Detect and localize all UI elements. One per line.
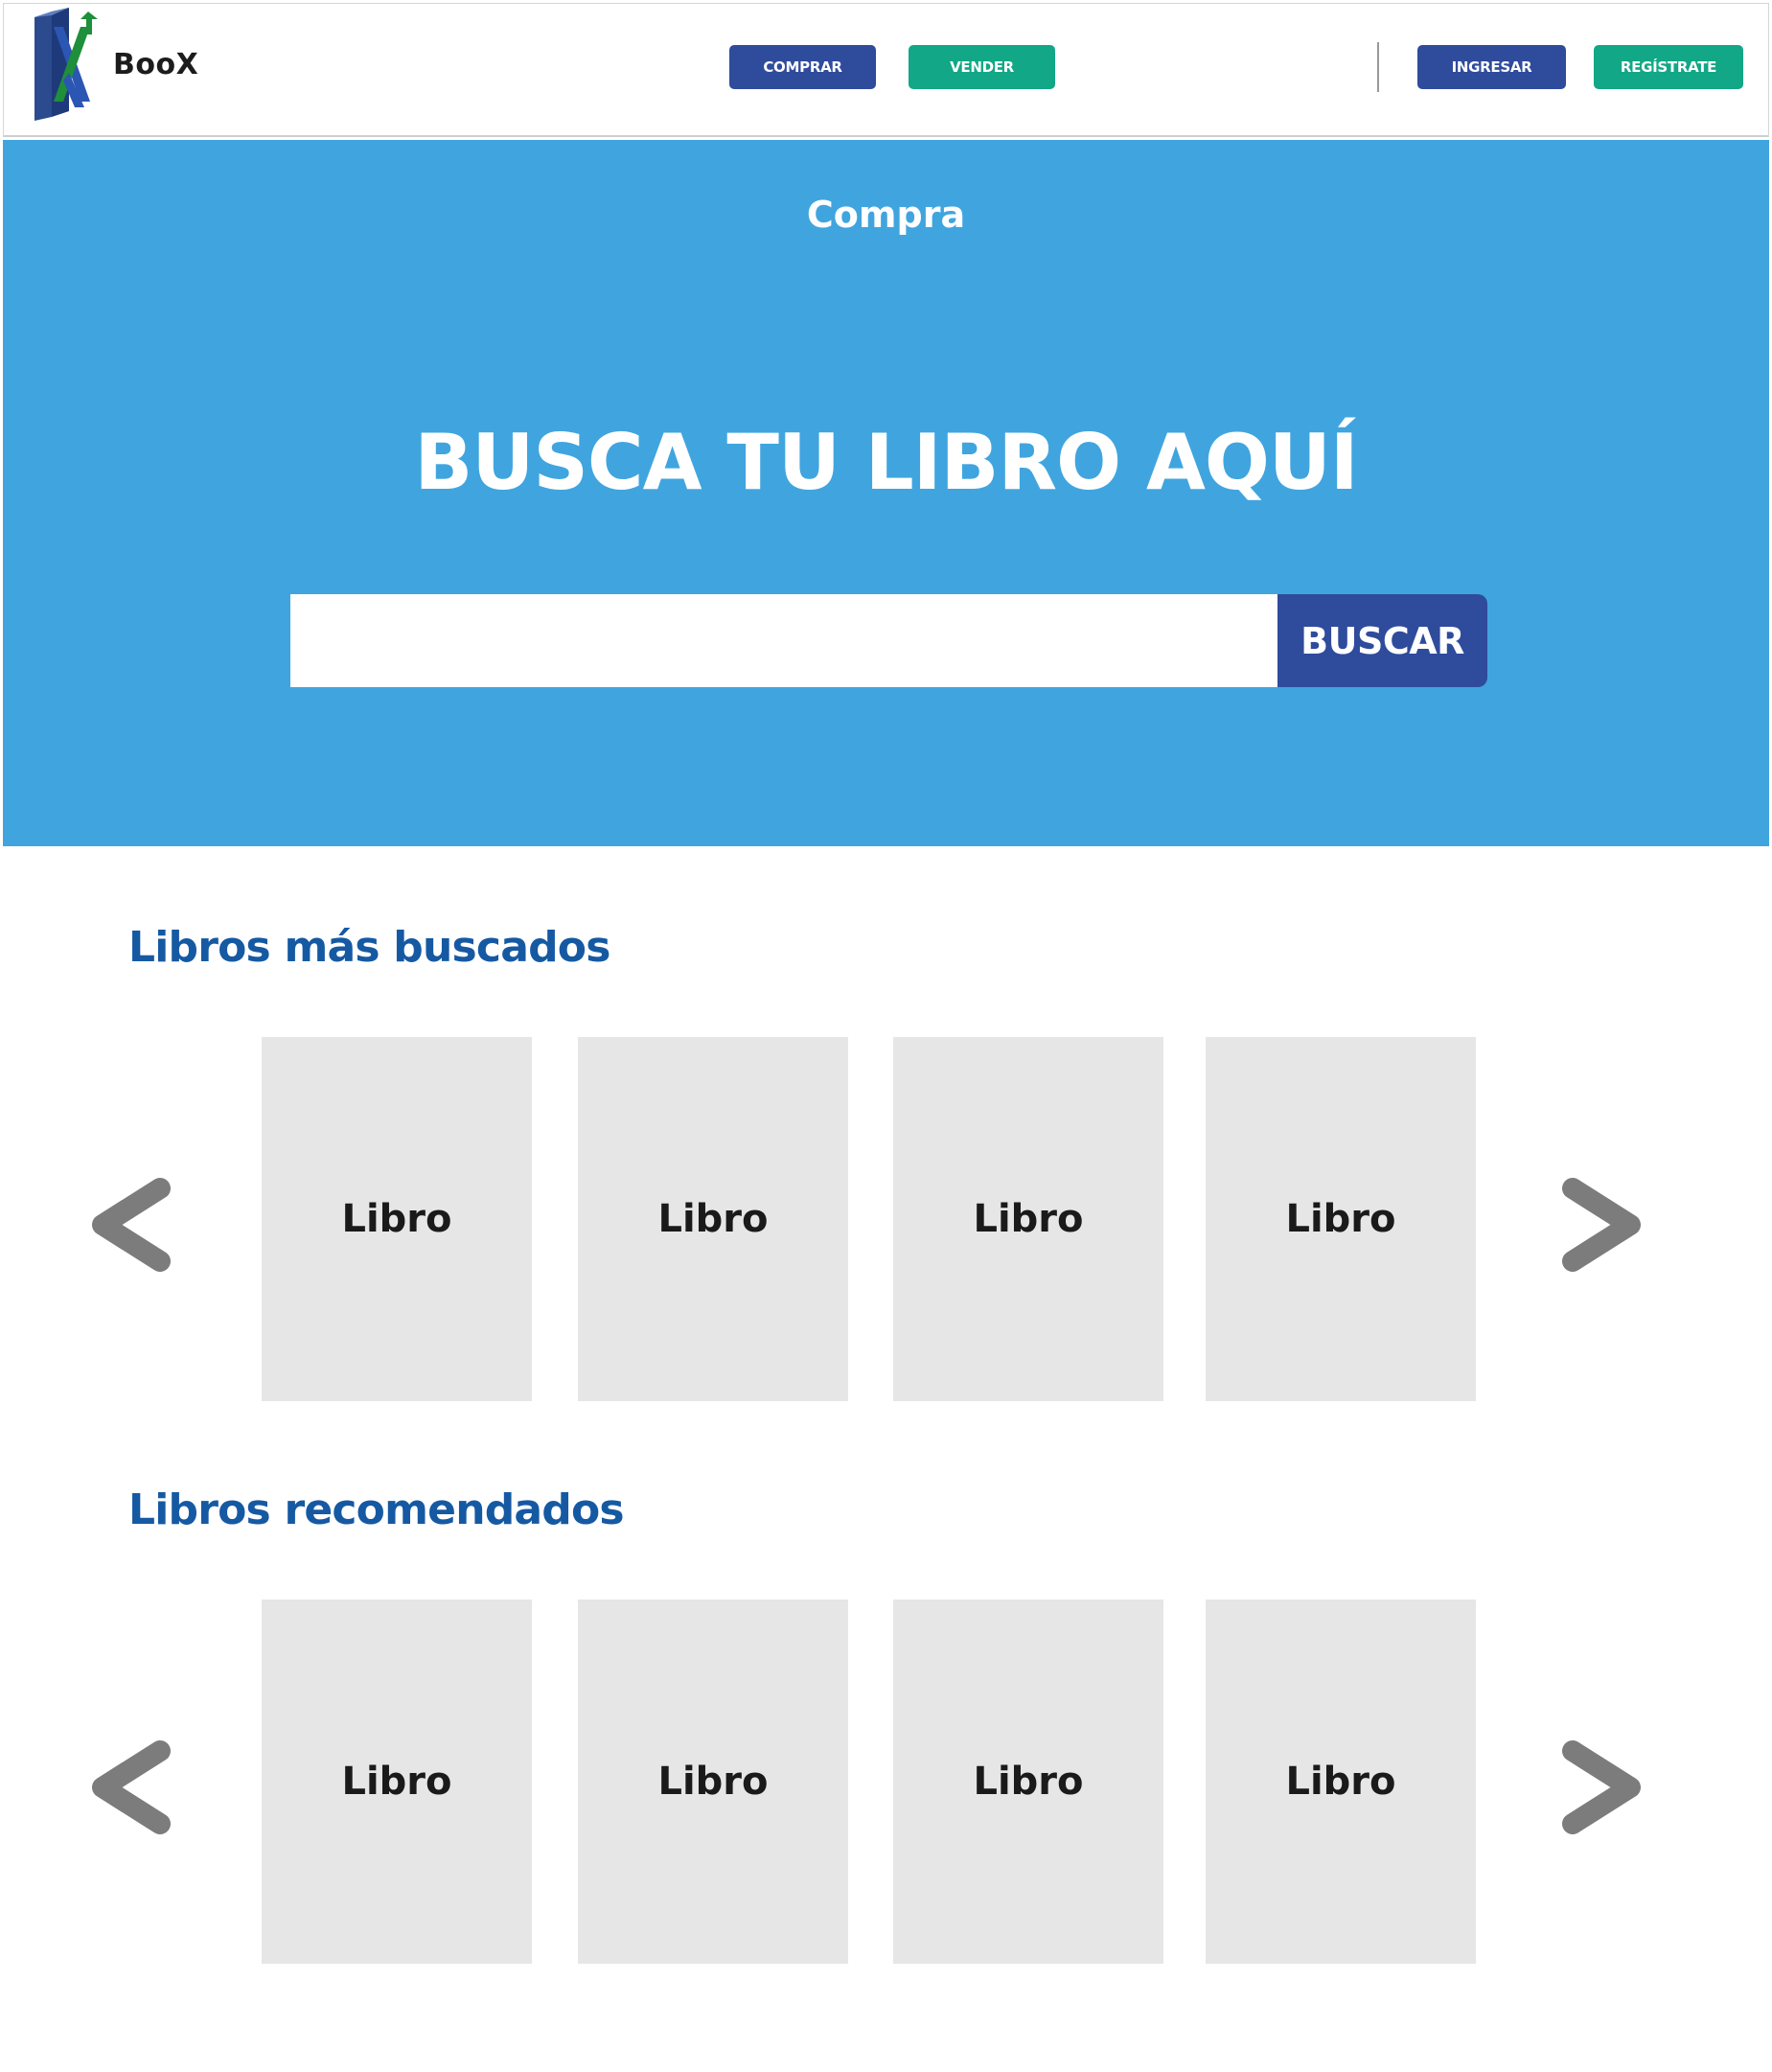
chevron-right-icon[interactable]: [1555, 1167, 1651, 1282]
registrate-button[interactable]: REGÍSTRATE: [1594, 45, 1743, 89]
search-input[interactable]: [290, 594, 1278, 687]
vender-button[interactable]: VENDER: [909, 45, 1055, 89]
boox-book-logo-icon: [35, 8, 98, 121]
chevron-left-icon[interactable]: [81, 1730, 177, 1845]
nav-divider: [1377, 42, 1379, 92]
page: BooX COMPRAR VENDER INGRESAR REGÍSTRATE …: [0, 0, 1772, 2072]
search-hero: Compra BUSCA TU LIBRO AQUÍ BUSCAR: [3, 140, 1769, 846]
book-card-label: Libro: [973, 1197, 1084, 1241]
book-card-label: Libro: [341, 1197, 452, 1241]
hero-subtitle: Compra: [806, 194, 966, 236]
chevron-left-icon[interactable]: [81, 1167, 177, 1282]
top-navbar: BooX COMPRAR VENDER INGRESAR REGÍSTRATE: [3, 3, 1769, 137]
book-card[interactable]: Libro: [893, 1600, 1163, 1964]
hero-title: BUSCA TU LIBRO AQUÍ: [414, 418, 1358, 507]
comprar-button[interactable]: COMPRAR: [729, 45, 876, 89]
chevron-right-icon[interactable]: [1555, 1730, 1651, 1845]
section-title-recommended: Libros recomendados: [128, 1485, 625, 1534]
search-button[interactable]: BUSCAR: [1277, 594, 1487, 687]
book-card-label: Libro: [973, 1760, 1084, 1804]
book-card[interactable]: Libro: [578, 1600, 848, 1964]
book-card-label: Libro: [1285, 1197, 1396, 1241]
book-card[interactable]: Libro: [893, 1037, 1163, 1401]
brand-name: BooX: [113, 48, 199, 81]
book-card[interactable]: Libro: [262, 1037, 532, 1401]
book-card[interactable]: Libro: [262, 1600, 532, 1964]
brand-logo[interactable]: BooX: [31, 6, 203, 123]
book-card[interactable]: Libro: [578, 1037, 848, 1401]
book-card[interactable]: Libro: [1206, 1600, 1476, 1964]
book-card-label: Libro: [657, 1760, 769, 1804]
book-card-label: Libro: [341, 1760, 452, 1804]
book-card[interactable]: Libro: [1206, 1037, 1476, 1401]
book-card-label: Libro: [1285, 1760, 1396, 1804]
ingresar-button[interactable]: INGRESAR: [1417, 45, 1566, 89]
section-title-most-searched: Libros más buscados: [128, 923, 610, 972]
book-card-label: Libro: [657, 1197, 769, 1241]
